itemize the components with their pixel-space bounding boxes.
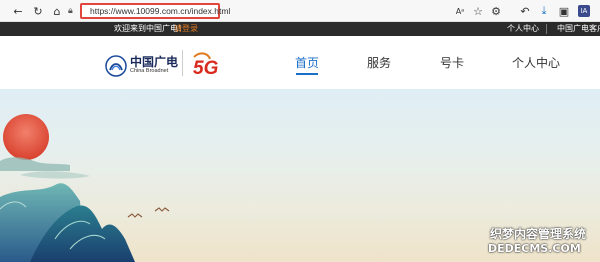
cloud-icon xyxy=(0,157,70,171)
back-icon[interactable]: ← xyxy=(10,3,26,19)
nav-service[interactable]: 服务 xyxy=(367,54,391,71)
5g-logo: 5G xyxy=(193,52,219,77)
browser-toolbar: ← ↻ ⌂ 🔒︎ https://www.10099.com.cn/index.… xyxy=(0,0,600,22)
customer-link[interactable]: 中国广电客户 xyxy=(557,23,600,34)
broadnet-logo-icon xyxy=(105,55,127,77)
bird-icon-2 xyxy=(154,207,170,212)
topbar-divider xyxy=(546,24,547,34)
lock-icon: 🔒︎ xyxy=(68,6,73,16)
login-link[interactable]: 请登录 xyxy=(174,23,198,34)
sun-icon xyxy=(3,114,49,160)
bookmark-icon[interactable] xyxy=(496,3,510,19)
nav-card[interactable]: 号卡 xyxy=(440,54,464,71)
nav-user-center[interactable]: 个人中心 xyxy=(512,54,560,71)
download-icon[interactable]: ⤓ xyxy=(536,3,552,19)
logo-english-name: China Broadnet xyxy=(130,68,169,74)
logo-divider xyxy=(182,50,183,76)
site-topbar: 欢迎来到中国广电！ 请登录 个人中心 中国广电客户 xyxy=(0,22,600,36)
read-aloud-icon[interactable]: Aᵃ xyxy=(452,3,468,19)
home-icon[interactable]: ⌂ xyxy=(49,3,65,19)
reply-icon[interactable]: ↶ xyxy=(517,3,533,19)
profile-initials: IA xyxy=(580,7,588,15)
nav-active-underline xyxy=(296,73,318,75)
bird-icon xyxy=(127,213,143,218)
profile-icon[interactable]: IA xyxy=(578,5,590,17)
user-center-link[interactable]: 个人中心 xyxy=(507,23,539,34)
watermark-line2: DEDECMS.COM xyxy=(488,242,581,255)
collections-icon[interactable]: ▣ xyxy=(556,3,572,19)
refresh-icon[interactable]: ↻ xyxy=(30,3,46,19)
site-header: 中国广电 China Broadnet 5G 首页 服务 号卡 个人中心 xyxy=(0,36,600,89)
url-text: https://www.10099.com.cn/index.html xyxy=(90,6,231,16)
address-bar[interactable]: 🔒︎ https://www.10099.com.cn/index.html xyxy=(68,3,230,19)
watermark-line1: 织梦内容管理系统 xyxy=(490,227,587,241)
favorite-icon[interactable]: ☆ xyxy=(470,3,486,19)
site-logo[interactable]: 中国广电 China Broadnet xyxy=(104,53,194,77)
5g-badge: 5G xyxy=(193,58,219,77)
nav-home[interactable]: 首页 xyxy=(295,54,319,71)
